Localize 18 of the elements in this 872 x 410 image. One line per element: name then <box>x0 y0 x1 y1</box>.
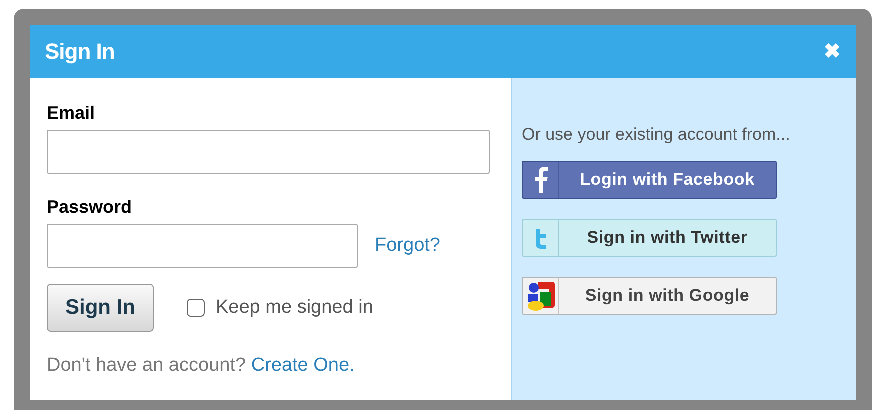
keep-signed-in-label: Keep me signed in <box>216 296 374 320</box>
social-login-button[interactable]: Sign in with Google <box>522 276 777 314</box>
social-login-button[interactable]: Sign in with Twitter <box>522 218 777 256</box>
close-button[interactable]: ✖ <box>824 36 841 66</box>
password-field[interactable] <box>47 224 358 268</box>
social-prompt: Or use your existing account from... <box>522 124 792 146</box>
forgot-link[interactable]: Forgot? <box>375 232 440 260</box>
colored-blocks-icon <box>526 280 556 312</box>
sign-in-button[interactable]: Sign In <box>47 284 154 332</box>
dialog-title: Sign In <box>45 38 115 66</box>
signup-prompt: Don't have an account? Create One. <box>47 354 356 378</box>
create-account-link[interactable]: Create One. <box>251 355 355 376</box>
keep-signed-in-checkbox[interactable] <box>187 299 205 317</box>
letter-f-icon <box>532 166 548 192</box>
email-field[interactable] <box>47 130 490 174</box>
password-label: Password <box>47 196 134 219</box>
social-login-button[interactable]: Login with Facebook <box>522 160 777 198</box>
email-label: Email <box>47 102 96 125</box>
